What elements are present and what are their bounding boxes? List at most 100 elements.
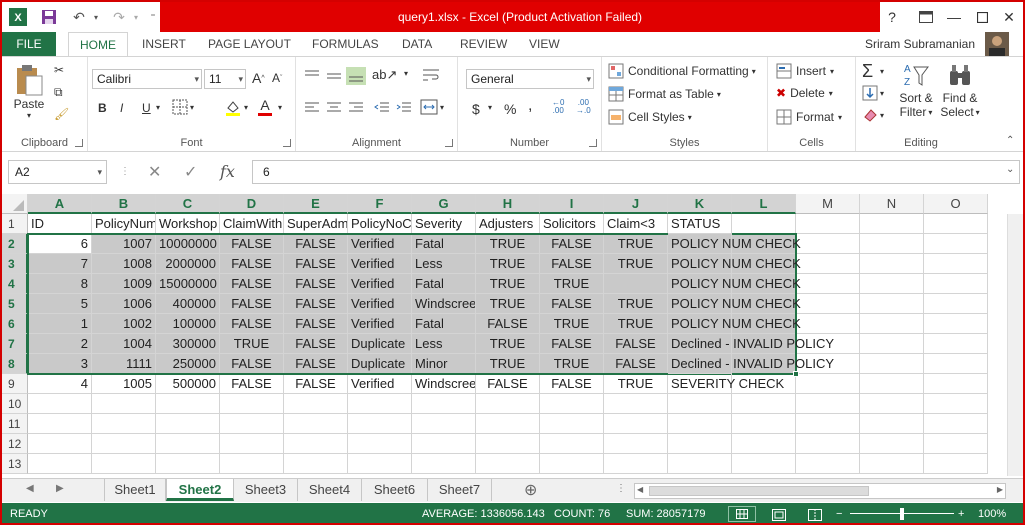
paste-button[interactable]: Paste ▾ xyxy=(10,63,48,120)
cell[interactable]: Windscreen xyxy=(412,374,476,394)
name-box[interactable]: A2 ▾ xyxy=(8,160,107,184)
cell[interactable]: POLICY NUM CHECK xyxy=(668,234,801,254)
minimize-button[interactable]: — xyxy=(943,6,965,28)
cell[interactable]: 5 xyxy=(28,294,92,314)
cell[interactable]: 10000000 xyxy=(156,234,220,254)
cell[interactable] xyxy=(156,414,220,434)
column-header[interactable]: J xyxy=(604,194,668,214)
number-format-select[interactable]: General ▾ xyxy=(466,69,594,89)
cell[interactable] xyxy=(924,374,988,394)
column-header[interactable]: E xyxy=(284,194,348,214)
cell[interactable] xyxy=(28,394,92,414)
cell[interactable] xyxy=(860,334,924,354)
cell[interactable] xyxy=(860,434,924,454)
customize-qat-icon[interactable]: ⁼ xyxy=(148,7,158,27)
fill-color-dropdown-icon[interactable]: ▾ xyxy=(244,103,248,112)
cell[interactable] xyxy=(476,414,540,434)
cell[interactable] xyxy=(924,454,988,474)
ribbon-display-options-icon[interactable] xyxy=(915,6,937,28)
cell[interactable]: 2000000 xyxy=(156,254,220,274)
cell[interactable] xyxy=(284,394,348,414)
decrease-decimal-icon[interactable]: .00 →.0 xyxy=(576,99,591,115)
cell[interactable]: SuperAdm xyxy=(284,214,348,234)
cell[interactable]: 400000 xyxy=(156,294,220,314)
cell[interactable]: FALSE xyxy=(604,354,668,374)
cell[interactable] xyxy=(156,434,220,454)
avatar[interactable] xyxy=(985,32,1009,56)
page-layout-view-icon[interactable] xyxy=(772,507,786,523)
column-header[interactable]: H xyxy=(476,194,540,214)
sheet-tab-sheet2[interactable]: Sheet2 xyxy=(166,479,234,501)
column-header[interactable]: N xyxy=(860,194,924,214)
cell[interactable] xyxy=(668,394,732,414)
cell[interactable]: POLICY NUM CHECK xyxy=(668,314,801,334)
cell[interactable]: STATUS xyxy=(668,214,732,234)
autosum-dropdown-icon[interactable]: ▾ xyxy=(880,67,884,76)
cell[interactable]: Minor xyxy=(412,354,476,374)
cell[interactable]: TRUE xyxy=(476,294,540,314)
cell[interactable]: FALSE xyxy=(284,334,348,354)
column-header[interactable]: D xyxy=(220,194,284,214)
align-bottom-icon[interactable] xyxy=(346,67,366,85)
cell[interactable]: 1 xyxy=(28,314,92,334)
cell[interactable] xyxy=(412,414,476,434)
cell[interactable]: Adjusters xyxy=(476,214,540,234)
format-as-table-button[interactable]: Format as Table ▾ xyxy=(608,86,721,102)
cell[interactable]: FALSE xyxy=(284,374,348,394)
cell[interactable] xyxy=(796,374,860,394)
cell[interactable]: TRUE xyxy=(540,354,604,374)
insert-cells-button[interactable]: Insert ▾ xyxy=(776,63,834,79)
cell[interactable]: POLICY NUM CHECK xyxy=(668,274,801,294)
cell[interactable]: FALSE xyxy=(284,294,348,314)
redo-icon[interactable]: ↷ xyxy=(108,7,130,27)
column-header[interactable]: F xyxy=(348,194,412,214)
row-header[interactable]: 11 xyxy=(2,414,28,434)
select-all-corner[interactable] xyxy=(2,194,28,214)
comma-style-button[interactable]: , xyxy=(528,97,532,115)
page-break-view-icon[interactable] xyxy=(808,507,822,523)
font-color-dropdown-icon[interactable]: ▾ xyxy=(278,103,282,112)
cell[interactable]: Verified xyxy=(348,234,412,254)
cell[interactable]: 2 xyxy=(28,334,92,354)
cell[interactable]: 15000000 xyxy=(156,274,220,294)
cell[interactable]: FALSE xyxy=(540,374,604,394)
cell[interactable]: Windscreen xyxy=(412,294,476,314)
cell[interactable] xyxy=(540,454,604,474)
cell[interactable] xyxy=(796,434,860,454)
redo-dropdown-icon[interactable]: ▾ xyxy=(130,7,142,27)
alignment-launcher-icon[interactable] xyxy=(445,139,453,147)
autosum-icon[interactable]: Σ xyxy=(862,61,873,82)
fill-icon[interactable] xyxy=(862,85,878,101)
row-header[interactable]: 10 xyxy=(2,394,28,414)
cell[interactable]: Claim<3 xyxy=(604,214,668,234)
cell[interactable] xyxy=(92,414,156,434)
cell[interactable]: FALSE xyxy=(284,234,348,254)
formula-input[interactable]: 6 xyxy=(252,160,1020,184)
sheet-tab-sheet6[interactable]: Sheet6 xyxy=(362,479,428,501)
undo-icon[interactable]: ↶ xyxy=(68,7,90,27)
cell[interactable] xyxy=(412,454,476,474)
decrease-indent-icon[interactable] xyxy=(374,101,390,115)
cell[interactable] xyxy=(924,434,988,454)
column-header[interactable]: O xyxy=(924,194,988,214)
cell[interactable] xyxy=(540,414,604,434)
cell[interactable] xyxy=(732,434,796,454)
tab-split-grip-icon[interactable]: ⋮ xyxy=(616,483,626,494)
cell[interactable] xyxy=(924,414,988,434)
cell[interactable]: Duplicate xyxy=(348,334,412,354)
cell[interactable]: 1002 xyxy=(92,314,156,334)
cell[interactable] xyxy=(220,394,284,414)
cell[interactable] xyxy=(796,454,860,474)
cell[interactable]: ID xyxy=(28,214,92,234)
tab-home[interactable]: HOME xyxy=(68,32,128,57)
delete-cells-button[interactable]: ✖ Delete ▾ xyxy=(776,86,833,100)
cell[interactable]: 4 xyxy=(28,374,92,394)
cell[interactable] xyxy=(924,394,988,414)
cell[interactable]: Workshop xyxy=(156,214,220,234)
orientation-icon[interactable]: ab↗ xyxy=(372,67,397,83)
row-header[interactable]: 12 xyxy=(2,434,28,454)
cell[interactable] xyxy=(284,454,348,474)
tab-formulas[interactable]: FORMULAS xyxy=(308,32,383,56)
cell[interactable]: TRUE xyxy=(604,294,668,314)
copy-icon[interactable]: ⧉ xyxy=(54,85,63,100)
